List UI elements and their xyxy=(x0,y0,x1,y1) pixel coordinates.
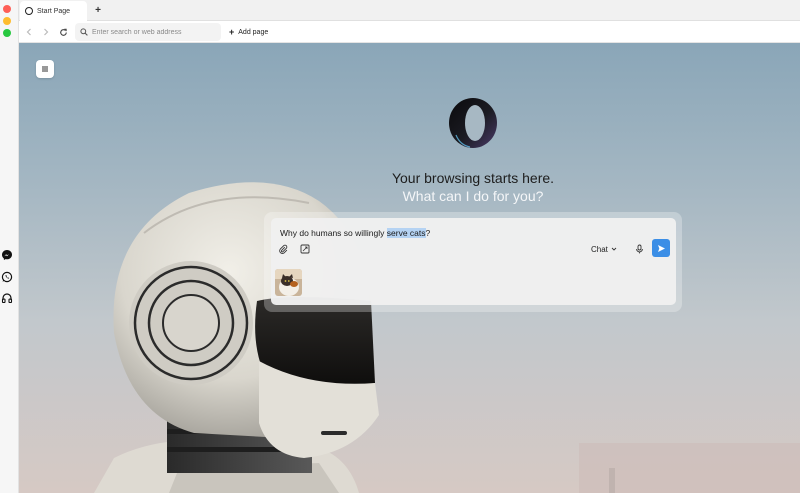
forward-button[interactable] xyxy=(39,25,53,39)
prompt-text-before: Why do humans so willingly xyxy=(280,228,387,238)
prompt-input[interactable]: Why do humans so willingly serve cats? xyxy=(280,228,430,238)
send-arrow-icon xyxy=(657,244,665,252)
reload-button[interactable] xyxy=(56,25,70,39)
toolbar: + Add page xyxy=(19,21,800,43)
paperclip-icon[interactable] xyxy=(277,243,289,255)
window-close-button[interactable] xyxy=(3,5,11,13)
opera-logo-icon xyxy=(449,98,497,148)
chat-mode-label: Chat xyxy=(591,244,608,254)
ai-prompt-panel: Why do humans so willingly serve cats? C… xyxy=(271,218,676,305)
tab-strip: Start Page + xyxy=(19,0,800,21)
opera-logo-icon xyxy=(25,7,33,15)
add-page-button[interactable]: + Add page xyxy=(229,25,268,39)
send-button[interactable] xyxy=(652,239,670,257)
reload-icon xyxy=(59,28,67,36)
prompt-text-selected: serve cats xyxy=(386,228,426,238)
add-page-label: Add page xyxy=(238,28,269,36)
start-page: Your browsing starts here. What can I do… xyxy=(19,43,800,493)
headphones-icon[interactable] xyxy=(0,291,14,305)
plus-icon: + xyxy=(229,27,235,37)
hamburger-icon xyxy=(42,66,48,72)
chevron-left-icon xyxy=(26,28,31,36)
cat-image-thumbnail[interactable] xyxy=(275,269,302,296)
url-input[interactable] xyxy=(92,28,212,36)
address-bar[interactable] xyxy=(75,23,221,41)
microphone-icon[interactable] xyxy=(633,243,645,255)
left-rail xyxy=(0,0,19,493)
screenshot-crop-icon[interactable] xyxy=(299,243,311,255)
back-button[interactable] xyxy=(22,25,36,39)
chat-mode-select[interactable]: Chat xyxy=(591,243,617,255)
window-zoom-button[interactable] xyxy=(3,29,11,37)
prompt-text-after: ? xyxy=(425,228,431,238)
messenger-icon[interactable] xyxy=(0,248,14,262)
tab-label: Start Page xyxy=(37,7,71,15)
window-minimize-button[interactable] xyxy=(3,17,11,25)
headline: Your browsing starts here. xyxy=(391,170,555,186)
chevron-right-icon xyxy=(44,28,49,36)
chevron-down-icon xyxy=(611,247,617,251)
search-icon xyxy=(80,28,88,36)
tab-start-page[interactable]: Start Page xyxy=(20,1,87,21)
subline: What can I do for you? xyxy=(402,188,544,204)
menu-button[interactable] xyxy=(36,60,54,78)
whatsapp-icon[interactable] xyxy=(0,270,14,284)
new-tab-button[interactable]: + xyxy=(91,3,105,17)
